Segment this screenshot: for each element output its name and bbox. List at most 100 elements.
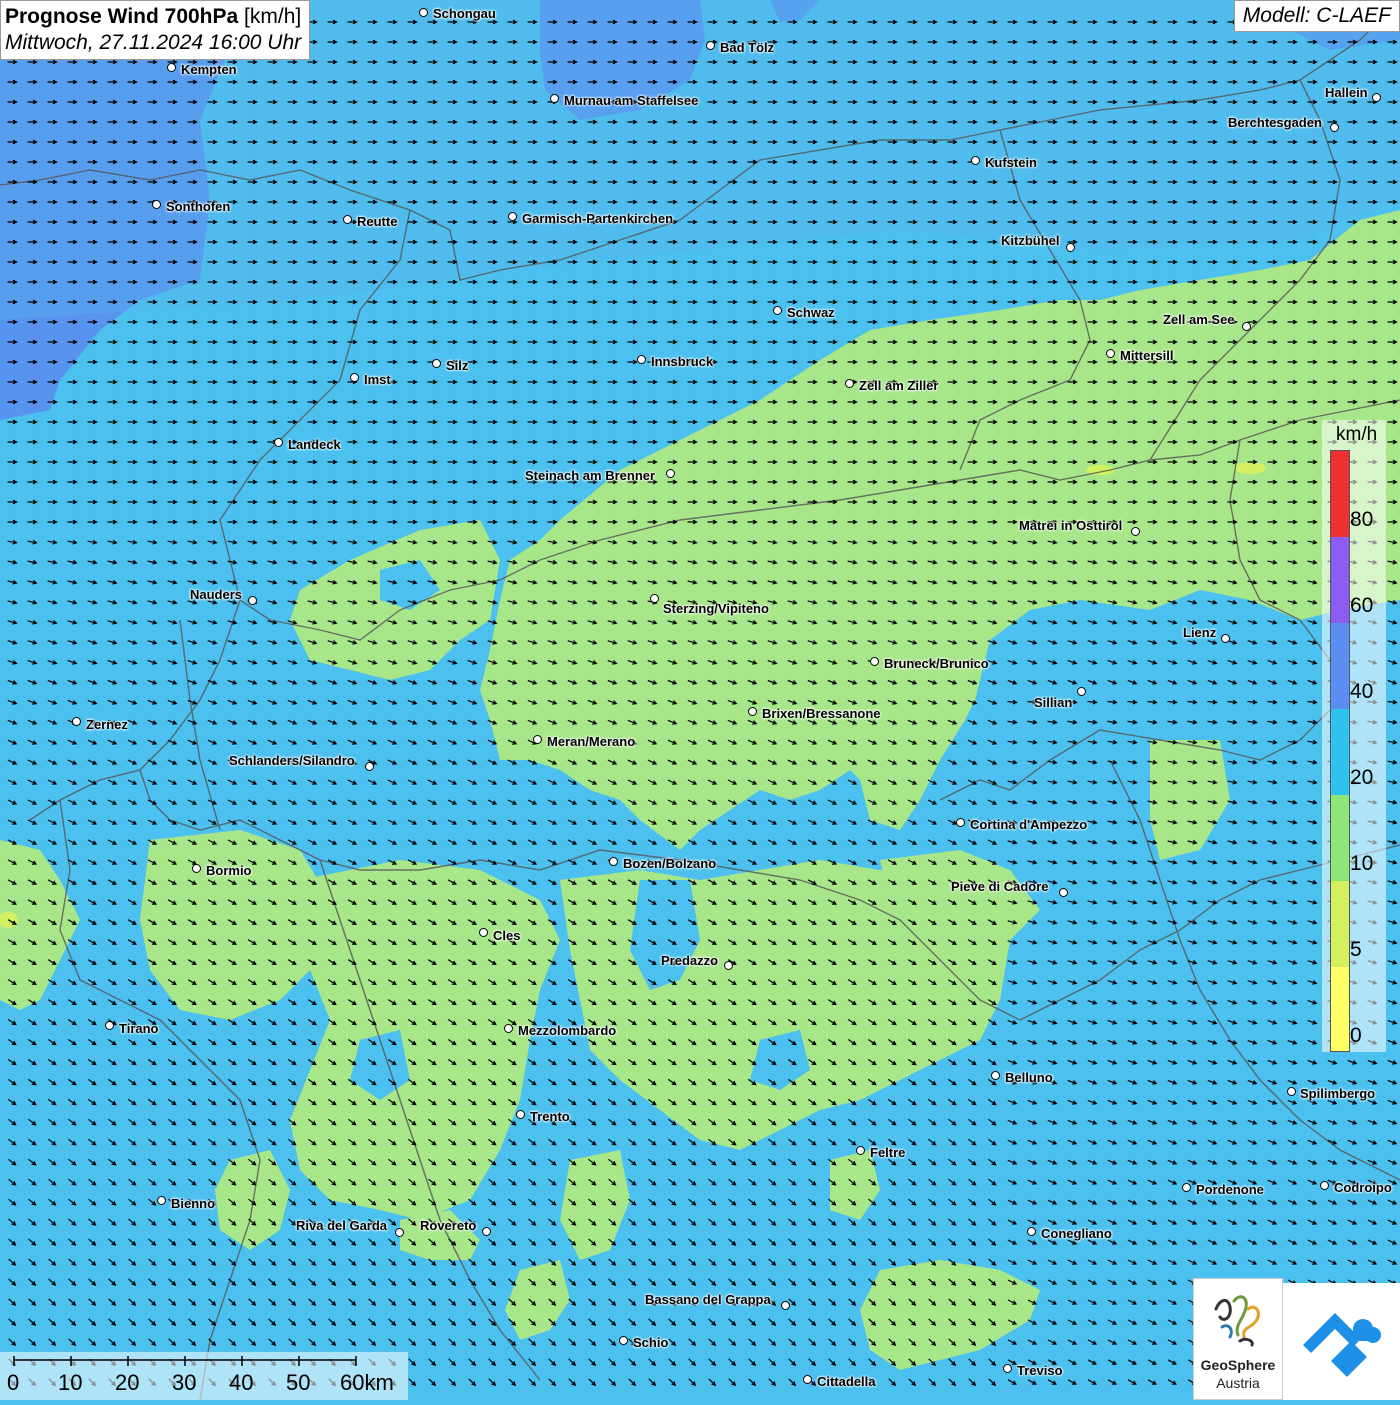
city-marker bbox=[637, 355, 646, 364]
city-marker bbox=[971, 156, 980, 165]
city-marker bbox=[609, 857, 618, 866]
city-label: Bad Tölz bbox=[720, 40, 775, 55]
city-marker bbox=[343, 215, 352, 224]
city-label: Bormio bbox=[206, 863, 252, 878]
scale-label-60km: 60km bbox=[340, 1370, 394, 1395]
city-label: Kempten bbox=[181, 62, 237, 77]
city-label: Landeck bbox=[288, 437, 341, 452]
forecast-title: Prognose Wind 700hPa [km/h] bbox=[5, 4, 301, 30]
city-marker bbox=[274, 438, 283, 447]
city-marker bbox=[479, 928, 488, 937]
city-marker bbox=[781, 1301, 790, 1310]
scale-label-10: 10 bbox=[58, 1370, 83, 1395]
city-label: Hallein bbox=[1325, 85, 1368, 100]
city-marker bbox=[504, 1024, 513, 1033]
city-marker bbox=[152, 200, 161, 209]
city-label: Bassano del Grappa bbox=[645, 1292, 771, 1307]
legend-label-0: 0 bbox=[1350, 1024, 1362, 1047]
city-label: Imst bbox=[364, 372, 391, 387]
city-label: Pordenone bbox=[1196, 1182, 1264, 1197]
city-label: Brixen/Bressanone bbox=[762, 706, 881, 721]
model-label: Modell: C-LAEF bbox=[1233, 0, 1400, 32]
legend-label-5: 5 bbox=[1350, 938, 1362, 961]
city-label: Berchtesgaden bbox=[1228, 115, 1322, 130]
legend-label-10: 10 bbox=[1350, 852, 1374, 875]
city-marker bbox=[248, 596, 257, 605]
city-marker bbox=[1106, 349, 1115, 358]
city-marker bbox=[72, 717, 81, 726]
forecast-title-box: Prognose Wind 700hPa [km/h] Mittwoch, 27… bbox=[0, 0, 311, 61]
app-logo bbox=[1283, 1283, 1400, 1400]
city-label: Murnau am Staffelsee bbox=[564, 93, 699, 108]
city-label: Cortina d'Ampezzo bbox=[970, 817, 1088, 832]
city-label: Kufstein bbox=[985, 155, 1037, 170]
geosphere-logo: GeoSphere Austria bbox=[1193, 1278, 1283, 1400]
city-marker bbox=[1066, 243, 1075, 252]
city-marker bbox=[350, 373, 359, 382]
legend-seg-5 bbox=[1331, 881, 1349, 967]
city-label: Bienno bbox=[171, 1196, 216, 1211]
city-marker bbox=[1003, 1364, 1012, 1373]
city-label: Steinach am Brenner bbox=[525, 468, 656, 483]
city-marker bbox=[724, 961, 733, 970]
legend-label-20: 20 bbox=[1350, 766, 1374, 789]
city-label: Schio bbox=[633, 1335, 669, 1350]
city-label: Codroipo bbox=[1334, 1180, 1392, 1195]
city-label: Zell am See bbox=[1163, 312, 1235, 327]
city-marker bbox=[482, 1227, 491, 1236]
legend-seg-20 bbox=[1331, 709, 1349, 795]
forecast-datetime: Mittwoch, 27.11.2024 16:00 Uhr bbox=[5, 30, 302, 54]
scale-label-20: 20 bbox=[115, 1370, 140, 1395]
forecast-title-unit: [km/h] bbox=[238, 5, 302, 28]
city-label: Sonthofen bbox=[166, 199, 231, 214]
city-label: Bozen/Bolzano bbox=[623, 856, 717, 871]
city-marker bbox=[1372, 93, 1381, 102]
city-label: Predazzo bbox=[661, 953, 719, 968]
scale-label-0: 0 bbox=[7, 1370, 20, 1395]
city-label: Mezzolombardo bbox=[518, 1023, 617, 1038]
city-marker bbox=[1242, 322, 1251, 331]
city-marker bbox=[533, 735, 542, 744]
city-marker bbox=[1330, 123, 1339, 132]
legend-seg-40 bbox=[1331, 623, 1349, 709]
legend-colorbar bbox=[1330, 450, 1350, 1052]
city-marker bbox=[432, 359, 441, 368]
city-marker bbox=[991, 1071, 1000, 1080]
city-label: Treviso bbox=[1017, 1363, 1063, 1378]
city-marker bbox=[167, 63, 176, 72]
city-label: Mittersill bbox=[1120, 348, 1174, 363]
city-label: Cittadella bbox=[817, 1374, 876, 1389]
city-marker bbox=[706, 41, 715, 50]
city-label: Zell am Ziller bbox=[859, 378, 939, 393]
city-label: Spilimbergo bbox=[1300, 1086, 1376, 1101]
city-label: Reutte bbox=[357, 214, 398, 229]
scale-label-40: 40 bbox=[229, 1370, 254, 1395]
city-label: Nauders bbox=[190, 587, 243, 602]
legend-seg-0 bbox=[1331, 967, 1349, 1051]
city-label: Trento bbox=[530, 1109, 570, 1124]
forecast-title-main: Prognose Wind 700hPa bbox=[5, 5, 239, 28]
city-marker bbox=[192, 864, 201, 873]
city-marker bbox=[748, 707, 757, 716]
city-label: Garmisch-Partenkirchen bbox=[522, 211, 674, 226]
scale-label-30: 30 bbox=[172, 1370, 197, 1395]
mountain-cloud-icon bbox=[1303, 1313, 1381, 1377]
city-marker bbox=[550, 94, 559, 103]
city-marker bbox=[1059, 888, 1068, 897]
wind-speed-legend: km/h 80 60 40 20 10 5 0 bbox=[1322, 420, 1386, 1052]
city-marker bbox=[956, 818, 965, 827]
city-marker bbox=[845, 379, 854, 388]
legend-unit: km/h bbox=[1336, 424, 1378, 445]
city-label: Sterzing/Vipiteno bbox=[663, 601, 769, 616]
city-label: Pieve di Cadore bbox=[951, 879, 1049, 894]
city-label: Schlanders/Silandro bbox=[229, 753, 355, 768]
logo-text-geosphere: GeoSphere bbox=[1200, 1357, 1276, 1373]
city-marker bbox=[619, 1336, 628, 1345]
city-label: Rovereto bbox=[420, 1218, 477, 1233]
city-marker bbox=[508, 212, 517, 221]
city-label: Matrei in Osttirol bbox=[1019, 518, 1123, 533]
city-label: Innsbruck bbox=[651, 354, 714, 369]
city-marker bbox=[1221, 634, 1230, 643]
city-marker bbox=[803, 1375, 812, 1384]
legend-seg-60 bbox=[1331, 537, 1349, 623]
